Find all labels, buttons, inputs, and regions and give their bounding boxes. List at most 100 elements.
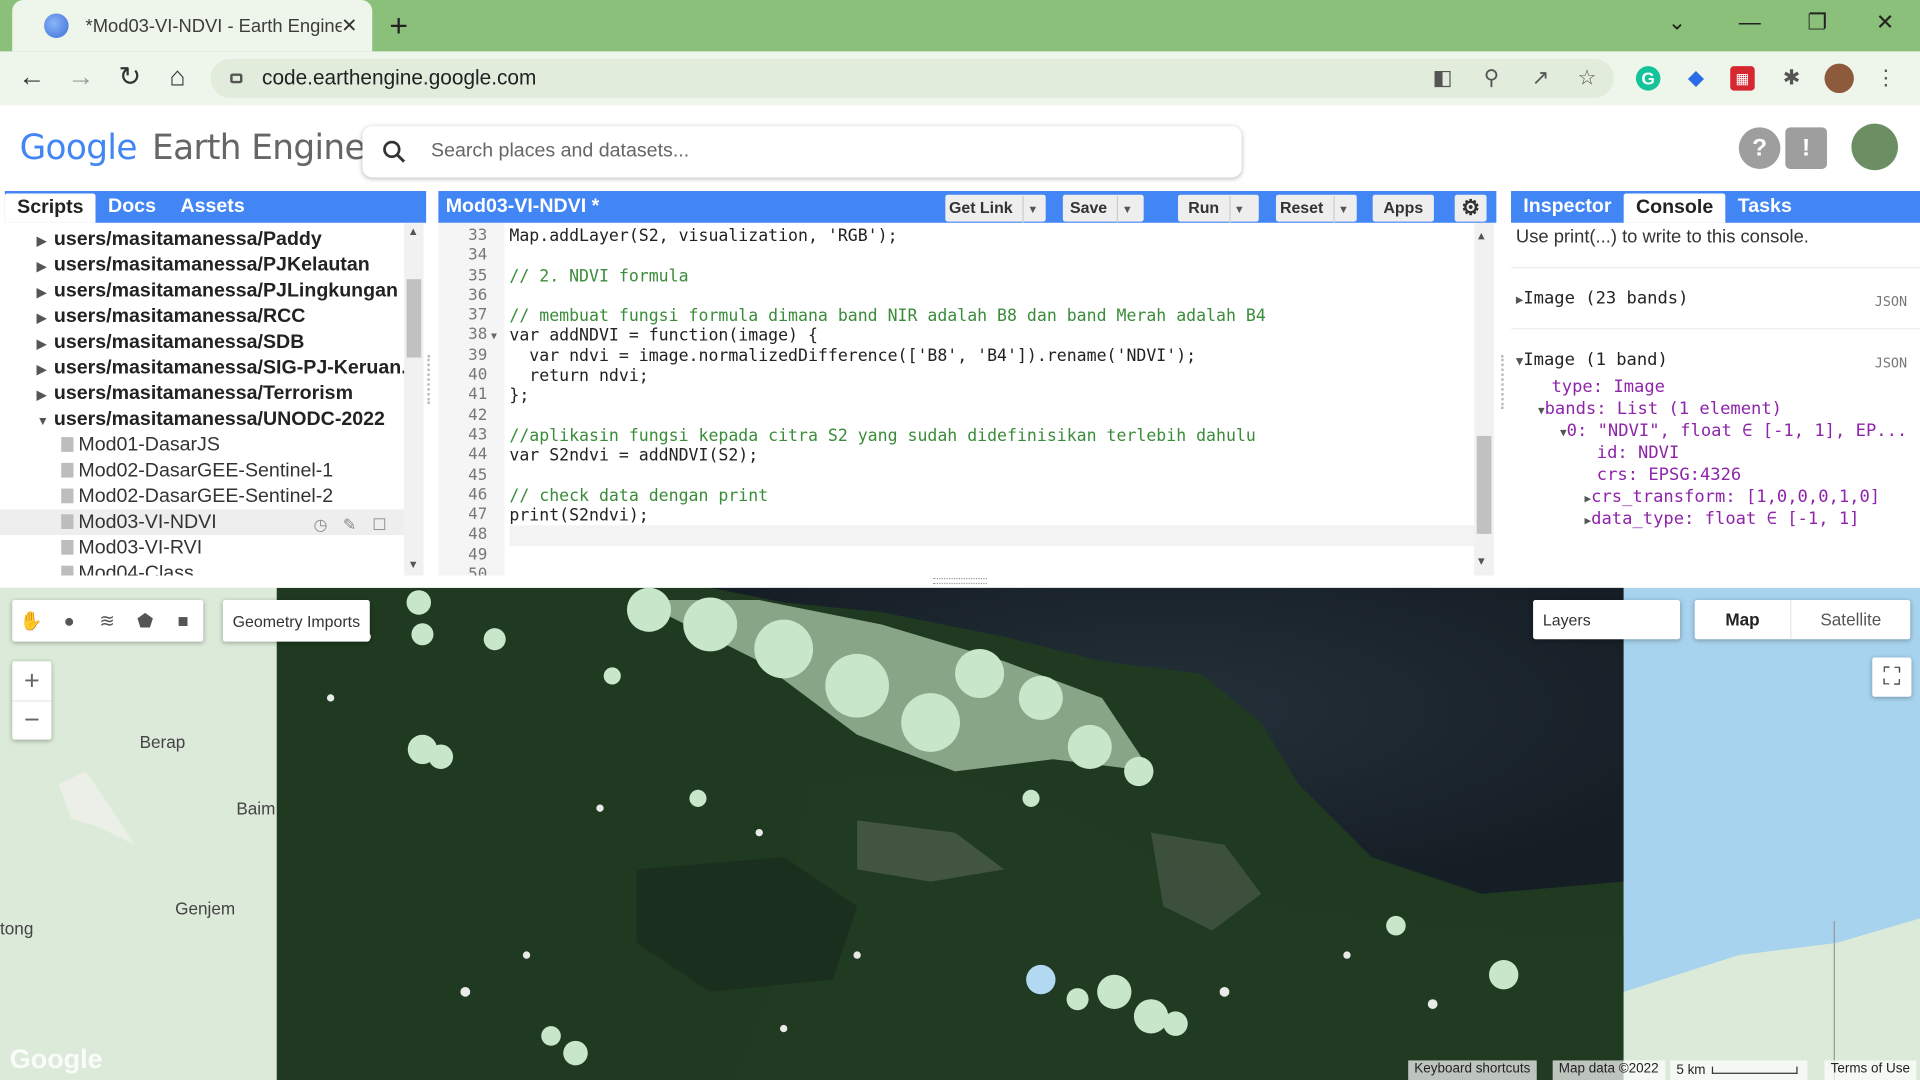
editor-scrollbar[interactable]: ▲ ▼ [1474, 222, 1494, 576]
chrome-menu-icon[interactable]: ⋮ [1873, 66, 1897, 90]
code-line[interactable]: return ndvi; [509, 366, 1476, 386]
get-link-button[interactable]: Get Link ▼ [945, 194, 1046, 223]
script-file[interactable]: Mod02-DasarGEE-Sentinel-1 [0, 458, 424, 484]
panel-resize-handle[interactable] [427, 355, 434, 405]
address-bar[interactable]: code.earthengine.google.com [210, 58, 1614, 98]
code-line[interactable] [509, 525, 1477, 546]
code-line[interactable]: //aplikasin fungsi kepada citra S2 yang … [509, 426, 1476, 446]
zoom-in-button[interactable]: + [12, 661, 51, 700]
code-line[interactable] [509, 406, 1476, 426]
code-line[interactable]: Map.addLayer(S2, visualization, 'RGB'); [509, 227, 1476, 247]
map-resize-handle[interactable] [933, 577, 987, 585]
panel-resize-handle[interactable] [1501, 355, 1508, 409]
folder-item[interactable]: ▶ users/masitamanessa/Paddy [0, 227, 424, 253]
code-line[interactable] [509, 246, 1476, 266]
extensions-puzzle-icon[interactable]: ✱ [1779, 66, 1803, 90]
zoom-out-button[interactable]: − [12, 700, 52, 739]
folder-item[interactable]: ▶ users/masitamanessa/RCC [0, 304, 424, 330]
scroll-down-icon[interactable]: ▼ [408, 558, 419, 570]
tab-scripts[interactable]: Scripts [4, 193, 96, 223]
extension-diamond-icon[interactable]: ◆ [1684, 66, 1708, 90]
dropdown-arrow-icon[interactable]: ▼ [1022, 195, 1042, 223]
tab-console[interactable]: Console [1623, 193, 1726, 223]
save-button[interactable]: Save ▼ [1062, 194, 1144, 223]
script-file[interactable]: Mod03-VI-RVI [0, 535, 424, 561]
folder-item[interactable]: ▶ users/masitamanessa/PJLingkungan [0, 278, 424, 304]
map-type-map-button[interactable]: Map [1695, 610, 1791, 630]
chevron-down-icon[interactable]: ⌄ [1668, 10, 1686, 36]
code-line[interactable]: print(S2ndvi); [509, 506, 1476, 526]
json-link[interactable]: JSON [1875, 294, 1907, 310]
scripts-scrollbar[interactable]: ▲ ▼ [404, 222, 424, 576]
code-line[interactable]: var ndvi = image.normalizedDifference(['… [509, 346, 1476, 366]
minimize-icon[interactable]: — [1739, 10, 1761, 36]
profile-avatar[interactable] [1824, 63, 1854, 94]
marker-icon[interactable]: ● [50, 610, 88, 631]
prop-bands[interactable]: ▼bands: List (1 element) [1538, 399, 1782, 419]
prop-data-type[interactable]: ▶data_type: float ∈ [-1, 1] [1585, 509, 1860, 529]
feedback-icon[interactable]: ! [1785, 127, 1827, 169]
tab-close-icon[interactable]: ✕ [341, 13, 357, 37]
code-line[interactable] [509, 546, 1476, 566]
keyboard-shortcuts-link[interactable]: Keyboard shortcuts [1408, 1060, 1537, 1080]
code-line[interactable]: // 2. NDVI formula [509, 266, 1476, 286]
code-line[interactable]: // membuat fungsi formula dimana band NI… [509, 306, 1476, 326]
folder-item[interactable]: ▶ users/masitamanessa/SDB [0, 329, 424, 355]
console-entry-expanded[interactable]: ▼Image (1 band) [1516, 350, 1668, 370]
home-icon[interactable]: ⌂ [160, 61, 194, 93]
folder-item[interactable]: ▶ users/masitamanessa/PJKelautan [0, 252, 424, 278]
run-button[interactable]: Run ▼ [1177, 194, 1259, 223]
search-box[interactable]: Search places and datasets... [362, 126, 1242, 178]
terms-of-use-link[interactable]: Terms of Use [1824, 1060, 1917, 1080]
polygon-icon[interactable]: ⬟ [126, 610, 164, 632]
forward-arrow-icon[interactable]: → [64, 61, 98, 93]
edit-icon[interactable]: ✎ [343, 512, 356, 538]
tab-tasks[interactable]: Tasks [1725, 192, 1804, 221]
json-link[interactable]: JSON [1875, 355, 1907, 371]
geometry-imports-button[interactable]: Geometry Imports [222, 600, 370, 642]
code-line[interactable]: }; [509, 386, 1476, 406]
scrollbar-thumb[interactable] [406, 279, 422, 358]
map-canvas[interactable]: ✋ ● ≋ ⬟ ■ Geometry Imports + − Berap Bai… [0, 587, 1920, 1080]
code-line[interactable]: var S2ndvi = addNDVI(S2); [509, 446, 1476, 466]
code-line[interactable] [509, 286, 1476, 306]
back-arrow-icon[interactable]: ← [15, 61, 49, 93]
fullscreen-icon[interactable]: ⛶ [1872, 657, 1912, 697]
rectangle-icon[interactable]: ■ [164, 610, 202, 631]
code-line[interactable] [509, 466, 1476, 486]
line-icon[interactable]: ≋ [88, 610, 126, 632]
dropdown-arrow-icon[interactable]: ▼ [1333, 195, 1353, 223]
layers-button[interactable]: Layers [1533, 600, 1681, 640]
script-file-selected[interactable]: Mod03-VI-NDVI ◷ ✎ ☐ [0, 509, 424, 538]
tab-inspector[interactable]: Inspector [1511, 192, 1624, 221]
folder-item[interactable]: ▶ users/masitamanessa/SIG-PJ-Keruan... [0, 355, 424, 381]
prop-band0[interactable]: ▼0: "NDVI", float ∈ [-1, 1], EP... [1560, 421, 1907, 441]
console-entry[interactable]: ▶Image (23 bands) [1516, 289, 1689, 309]
help-icon[interactable]: ? [1738, 127, 1781, 169]
scroll-up-icon[interactable]: ▲ [1478, 230, 1485, 242]
code-editor[interactable]: 33 34 35 36 37 38 39 40 41 42 43 44 45 46 47 48 49 50 Map… [438, 222, 1497, 576]
script-file[interactable]: Mod01-DasarJS [0, 432, 424, 458]
zoom-icon[interactable]: ⚲ [1479, 66, 1503, 90]
new-tab-button[interactable]: + [389, 7, 408, 45]
scroll-down-icon[interactable]: ▼ [1478, 556, 1485, 568]
map-type-satellite-button[interactable]: Satellite [1790, 600, 1910, 640]
tab-assets[interactable]: Assets [168, 192, 257, 221]
dropdown-arrow-icon[interactable]: ▼ [1228, 195, 1249, 223]
script-file[interactable]: Mod02-DasarGEE-Sentinel-2 [0, 484, 424, 510]
code-line[interactable] [509, 566, 1476, 576]
code-line[interactable]: var addNDVI = function(image) { [509, 326, 1476, 346]
scroll-up-icon[interactable]: ▲ [408, 225, 419, 237]
user-avatar[interactable] [1851, 123, 1898, 171]
window-close-icon[interactable]: ✕ [1876, 10, 1894, 36]
scrollbar-thumb[interactable] [1476, 435, 1492, 534]
fold-caret-icon[interactable]: ▼ [491, 331, 497, 342]
translate-icon[interactable]: ◧ [1430, 66, 1454, 90]
search-input[interactable]: Search places and datasets... [431, 141, 689, 163]
bookmark-star-icon[interactable]: ☆ [1575, 66, 1599, 90]
script-file[interactable]: Mod04-Class [0, 561, 424, 576]
settings-gear-icon[interactable]: ⚙ [1454, 194, 1487, 222]
reload-icon[interactable]: ↻ [113, 61, 147, 93]
delete-icon[interactable]: ☐ [372, 512, 386, 538]
restore-icon[interactable]: ❐ [1807, 10, 1827, 36]
